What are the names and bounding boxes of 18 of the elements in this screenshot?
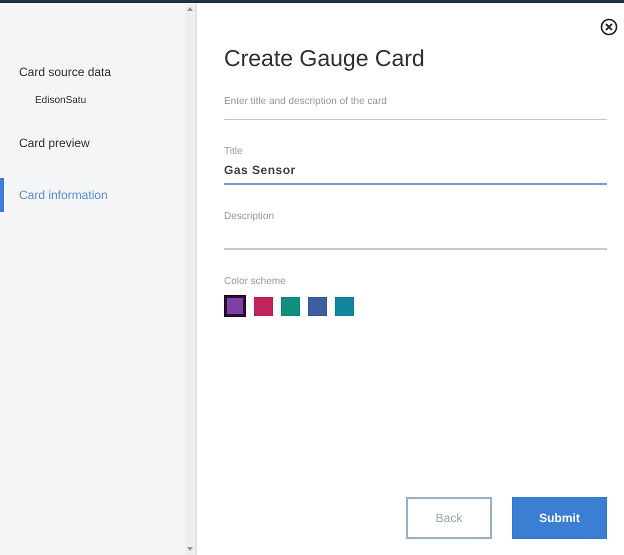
color-swatch[interactable] bbox=[224, 295, 246, 317]
field-label: Color scheme bbox=[224, 276, 287, 287]
field-label: Description bbox=[224, 211, 276, 222]
sidebar-item[interactable]: Card source data bbox=[0, 55, 185, 89]
color-swatch[interactable] bbox=[254, 296, 273, 316]
sidebar-item[interactable]: Card preview bbox=[0, 126, 185, 160]
input-field[interactable]: Gas Sensor bbox=[224, 157, 607, 185]
scroll-up-icon[interactable] bbox=[187, 7, 193, 11]
close-button[interactable] bbox=[600, 18, 618, 36]
submit-button[interactable]: Submit bbox=[512, 497, 607, 539]
color-swatch[interactable] bbox=[335, 296, 354, 316]
scroll-down-icon[interactable] bbox=[187, 547, 193, 551]
color-swatch[interactable] bbox=[281, 296, 300, 316]
color-swatch[interactable] bbox=[308, 296, 327, 316]
sidebar-subitem[interactable]: EdisonSatu bbox=[0, 89, 185, 126]
field-label: Title bbox=[224, 146, 244, 157]
dialog-subtitle: Enter title and description of the card bbox=[224, 96, 607, 120]
dialog-title: Create Gauge Card bbox=[224, 45, 426, 72]
